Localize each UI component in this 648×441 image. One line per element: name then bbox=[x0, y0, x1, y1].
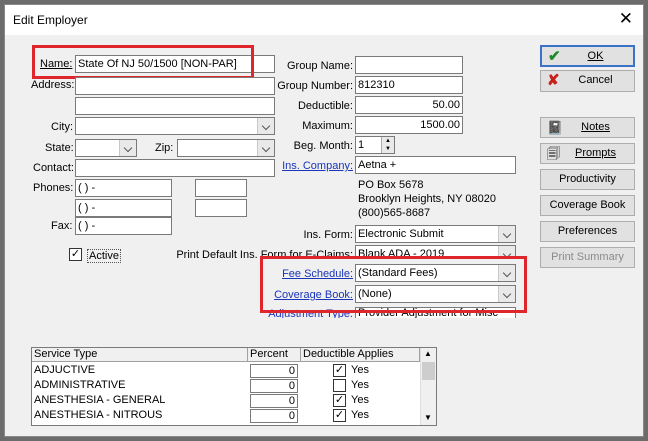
scroll-down-icon[interactable]: ▼ bbox=[424, 413, 432, 422]
spin-down-icon[interactable]: ▼ bbox=[381, 145, 394, 153]
deductible-checkbox[interactable] bbox=[333, 379, 346, 392]
company-phone: (800)565-8687 bbox=[358, 207, 431, 219]
cancel-button[interactable]: ✘ Cancel bbox=[540, 70, 635, 92]
ins-form-value: Electronic Submit bbox=[358, 228, 444, 240]
close-icon[interactable]: ✕ bbox=[619, 9, 633, 29]
phone1-ext-field[interactable] bbox=[195, 179, 247, 197]
active-label: Active bbox=[87, 249, 121, 263]
notes-label: Notes bbox=[581, 121, 610, 133]
service-type-cell: ADJUCTIVE bbox=[34, 364, 96, 376]
ins-company-field[interactable]: Aetna + bbox=[355, 156, 516, 174]
zip-combo[interactable] bbox=[177, 139, 275, 157]
ins-company-link[interactable]: Ins. Company: bbox=[265, 160, 353, 172]
phone2-ext-field[interactable] bbox=[195, 199, 247, 217]
service-type-table: Service Type Percent Deductible Applies … bbox=[31, 347, 437, 426]
contact-label: Contact: bbox=[33, 162, 74, 174]
service-type-cell: ADMINISTRATIVE bbox=[34, 379, 126, 391]
contact-field[interactable] bbox=[75, 159, 275, 177]
applies-label: Yes bbox=[351, 379, 369, 391]
deductible-checkbox[interactable]: ✓ bbox=[333, 394, 346, 407]
phone1-field[interactable]: ( ) - bbox=[75, 179, 172, 197]
deductible-checkbox[interactable]: ✓ bbox=[333, 364, 346, 377]
company-address-line1: PO Box 5678 bbox=[358, 179, 424, 191]
service-type-cell: ANESTHESIA - NITROUS bbox=[34, 409, 163, 421]
applies-label: Yes bbox=[351, 364, 369, 376]
x-icon: ✘ bbox=[547, 72, 560, 89]
fax-label: Fax: bbox=[51, 220, 73, 232]
scroll-thumb[interactable] bbox=[422, 362, 435, 380]
maximum-field[interactable]: 1500.00 bbox=[355, 116, 463, 134]
address-line2-field[interactable] bbox=[75, 97, 275, 115]
productivity-button[interactable]: Productivity bbox=[540, 169, 635, 190]
prompts-icon: 🗐 bbox=[547, 146, 560, 161]
fax-field[interactable]: ( ) - bbox=[75, 217, 172, 235]
prompts-button[interactable]: 🗐 Prompts bbox=[540, 143, 635, 164]
address-label: Address: bbox=[31, 79, 75, 91]
notepad-icon: 📓 bbox=[547, 120, 564, 135]
address-line1-field[interactable] bbox=[75, 77, 275, 95]
table-scrollbar[interactable]: ▲ ▼ bbox=[420, 348, 436, 425]
edit-employer-dialog: Edit Employer ✕ Name: State Of NJ 50/150… bbox=[4, 4, 644, 437]
beg-month-value: 1 bbox=[358, 139, 365, 151]
fee-coverage-highlight-box bbox=[260, 256, 527, 313]
prompts-label: Prompts bbox=[575, 147, 616, 159]
city-label: City: bbox=[51, 121, 73, 133]
print-summary-button: Print Summary bbox=[540, 247, 635, 268]
applies-label: Yes bbox=[351, 394, 369, 406]
name-highlight-box bbox=[32, 45, 254, 79]
chevron-down-icon[interactable] bbox=[119, 140, 136, 156]
ins-form-label: Ins. Form: bbox=[303, 229, 353, 241]
coverage-book-button[interactable]: Coverage Book bbox=[540, 195, 635, 216]
applies-label: Yes bbox=[351, 409, 369, 421]
group-number-label: Group Number: bbox=[277, 80, 353, 92]
active-checkbox[interactable]: ✓ bbox=[69, 248, 82, 261]
percent-field[interactable]: 0 bbox=[250, 409, 298, 423]
percent-field[interactable]: 0 bbox=[250, 379, 298, 393]
zip-label: Zip: bbox=[155, 142, 174, 154]
spin-up-icon[interactable]: ▲ bbox=[381, 137, 394, 145]
phones-label: Phones: bbox=[33, 182, 74, 194]
preferences-button[interactable]: Preferences bbox=[540, 221, 635, 242]
percent-field[interactable]: 0 bbox=[250, 364, 298, 378]
cancel-label: Cancel bbox=[578, 74, 613, 86]
deductible-field[interactable]: 50.00 bbox=[355, 96, 463, 114]
header-service-type: Service Type bbox=[32, 348, 248, 362]
maximum-label: Maximum: bbox=[302, 120, 353, 132]
group-name-field[interactable] bbox=[355, 56, 463, 74]
notes-button[interactable]: 📓 Notes bbox=[540, 117, 635, 138]
header-deductible-applies: Deductible Applies bbox=[301, 348, 420, 362]
city-combo[interactable] bbox=[75, 117, 275, 135]
ok-button[interactable]: ✔ OK bbox=[540, 45, 635, 67]
ins-form-combo[interactable]: Electronic Submit bbox=[355, 225, 516, 243]
header-percent: Percent bbox=[248, 348, 301, 362]
beg-month-label: Beg. Month: bbox=[293, 140, 353, 152]
service-type-cell: ANESTHESIA - GENERAL bbox=[34, 394, 166, 406]
percent-field[interactable]: 0 bbox=[250, 394, 298, 408]
window-title: Edit Employer bbox=[13, 13, 88, 27]
state-label: State: bbox=[45, 142, 74, 154]
group-name-label: Group Name: bbox=[286, 60, 353, 72]
chevron-down-icon[interactable] bbox=[498, 226, 515, 242]
deductible-checkbox[interactable]: ✓ bbox=[333, 409, 346, 422]
group-number-field[interactable]: 812310 bbox=[355, 76, 463, 94]
ok-label: OK bbox=[587, 50, 604, 62]
phone2-field[interactable]: ( ) - bbox=[75, 199, 172, 217]
company-address-line2: Brooklyn Heights, NY 08020 bbox=[358, 193, 496, 205]
beg-month-spinner[interactable]: 1 ▲ ▼ bbox=[355, 136, 395, 154]
checkmark-icon: ✔ bbox=[548, 48, 561, 65]
scroll-up-icon[interactable]: ▲ bbox=[424, 349, 432, 358]
state-combo[interactable] bbox=[75, 139, 137, 157]
title-bar: Edit Employer ✕ bbox=[5, 5, 643, 35]
deductible-label: Deductible: bbox=[297, 100, 353, 112]
